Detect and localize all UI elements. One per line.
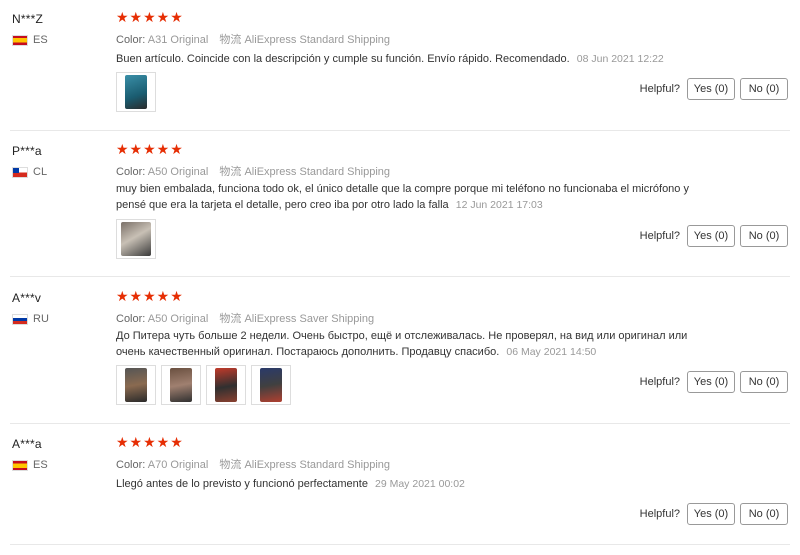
- star-rating: ★★★★★: [116, 141, 184, 157]
- review-date: 29 May 2021 00:02: [375, 478, 465, 490]
- phone-photo: [215, 368, 237, 402]
- phone-photo: [260, 368, 282, 402]
- review-date: 12 Jun 2021 17:03: [455, 199, 543, 211]
- reviewer-country: ES: [12, 459, 48, 471]
- shipping-value: AliExpress Standard Shipping: [244, 166, 390, 178]
- color-value: A31 Original: [147, 34, 209, 46]
- review-meta: Color: A70 Original 物流 AliExpress Standa…: [116, 456, 390, 472]
- review-divider: [10, 423, 790, 424]
- shipping-label: 物流: [219, 166, 242, 178]
- review-item: N***Z ES ★★★★★ Color: A31 Original 物流 Al…: [0, 9, 800, 130]
- review-text: До Питера чуть больше 2 недели. Очень бы…: [116, 328, 696, 360]
- reviewer-country: ES: [12, 34, 48, 46]
- shipping-label: 物流: [219, 459, 242, 471]
- review-text: Buen artículo. Coincide con la descripci…: [116, 51, 716, 67]
- russia-flag-icon: [12, 313, 28, 325]
- shipping-label: 物流: [219, 34, 242, 46]
- helpful-yes-button[interactable]: Yes (0): [687, 78, 735, 100]
- reviewer-name: P***a: [12, 144, 42, 158]
- review-image-thumb[interactable]: [116, 365, 156, 405]
- helpful-vote: Helpful? Yes (0) No (0): [640, 225, 788, 247]
- shipping-value: AliExpress Standard Shipping: [244, 459, 390, 471]
- review-body: muy bien embalada, funciona todo ok, el …: [116, 183, 689, 211]
- helpful-vote: Helpful? Yes (0) No (0): [640, 503, 788, 525]
- review-text: muy bien embalada, funciona todo ok, el …: [116, 181, 706, 213]
- review-meta: Color: A31 Original 物流 AliExpress Standa…: [116, 31, 390, 47]
- reviewer-name: A***a: [12, 437, 42, 451]
- review-item: P***a CL ★★★★★ Color: A50 Original 物流 Al…: [0, 141, 800, 276]
- review-item: A***a ES ★★★★★ Color: A70 Original 物流 Al…: [0, 434, 800, 543]
- country-code: ES: [33, 34, 48, 46]
- shipping-label: 物流: [219, 313, 242, 325]
- reviewer-name: N***Z: [12, 12, 44, 26]
- helpful-label: Helpful?: [639, 376, 680, 388]
- color-value: A70 Original: [147, 459, 209, 471]
- helpful-label: Helpful?: [639, 230, 680, 242]
- country-code: ES: [33, 459, 48, 471]
- review-meta: Color: A50 Original 物流 AliExpress Saver …: [116, 310, 374, 326]
- color-label: Color:: [116, 459, 146, 471]
- helpful-no-button[interactable]: No (0): [740, 78, 788, 100]
- review-date: 06 May 2021 14:50: [506, 346, 597, 358]
- color-label: Color:: [116, 34, 146, 46]
- review-text: Llegó antes de lo previsto y funcionó pe…: [116, 476, 716, 492]
- phone-photo: [170, 368, 192, 402]
- helpful-no-button[interactable]: No (0): [740, 371, 788, 393]
- helpful-label: Helpful?: [639, 508, 680, 520]
- helpful-no-button[interactable]: No (0): [740, 225, 788, 247]
- review-date: 08 Jun 2021 12:22: [576, 53, 664, 65]
- spain-flag-icon: [12, 459, 28, 471]
- review-divider: [10, 544, 790, 545]
- review-images: [116, 72, 156, 112]
- chile-flag-icon: [12, 166, 28, 178]
- review-image-thumb[interactable]: [116, 72, 156, 112]
- review-body: Llegó antes de lo previsto y funcionó pe…: [116, 478, 368, 490]
- review-meta: Color: A50 Original 物流 AliExpress Standa…: [116, 163, 390, 179]
- review-body: Buen artículo. Coincide con la descripci…: [116, 53, 570, 65]
- helpful-vote: Helpful? Yes (0) No (0): [640, 78, 788, 100]
- phone-photo: [125, 75, 147, 109]
- review-divider: [10, 130, 790, 131]
- reviewer-name: A***v: [12, 291, 42, 305]
- helpful-yes-button[interactable]: Yes (0): [687, 503, 735, 525]
- helpful-no-button[interactable]: No (0): [740, 503, 788, 525]
- review-item: A***v RU ★★★★★ Color: A50 Original 物流 Al…: [0, 288, 800, 423]
- review-body: До Питера чуть больше 2 недели. Очень бы…: [116, 330, 688, 358]
- review-images: [116, 365, 291, 405]
- phone-photo: [125, 368, 147, 402]
- helpful-label: Helpful?: [639, 83, 680, 95]
- color-value: A50 Original: [147, 313, 209, 325]
- reviewer-country: RU: [12, 313, 49, 325]
- star-rating: ★★★★★: [116, 288, 184, 304]
- shipping-value: AliExpress Standard Shipping: [244, 34, 390, 46]
- country-code: CL: [33, 166, 48, 178]
- shipping-value: AliExpress Saver Shipping: [244, 313, 375, 325]
- review-image-thumb[interactable]: [251, 365, 291, 405]
- color-label: Color:: [116, 166, 146, 178]
- color-label: Color:: [116, 313, 146, 325]
- star-rating: ★★★★★: [116, 9, 184, 25]
- review-divider: [10, 276, 790, 277]
- spain-flag-icon: [12, 34, 28, 46]
- helpful-yes-button[interactable]: Yes (0): [687, 371, 735, 393]
- reviewer-country: CL: [12, 166, 47, 178]
- review-images: [116, 219, 156, 259]
- review-image-thumb[interactable]: [206, 365, 246, 405]
- review-image-thumb[interactable]: [161, 365, 201, 405]
- review-image-thumb[interactable]: [116, 219, 156, 259]
- phone-photo: [121, 222, 151, 256]
- helpful-vote: Helpful? Yes (0) No (0): [640, 371, 788, 393]
- star-rating: ★★★★★: [116, 434, 184, 450]
- color-value: A50 Original: [147, 166, 209, 178]
- country-code: RU: [33, 313, 49, 325]
- helpful-yes-button[interactable]: Yes (0): [687, 225, 735, 247]
